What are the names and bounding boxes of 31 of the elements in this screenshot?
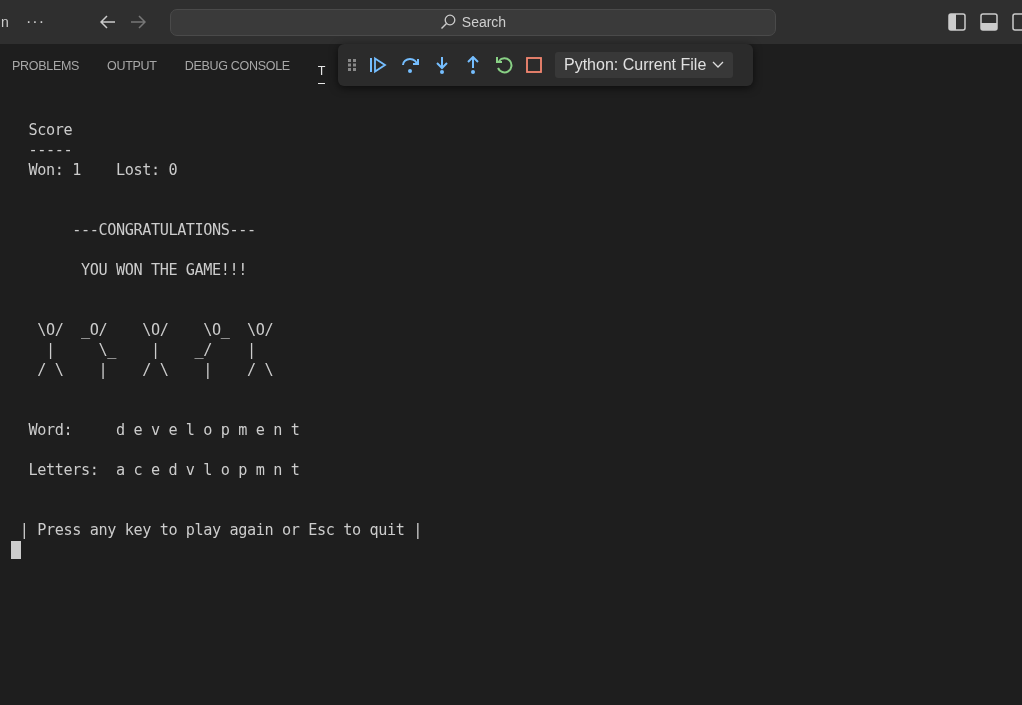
more-button[interactable]: ··· [26, 13, 45, 31]
ascii-art-line: / \ | / \ | / \ [36, 360, 274, 380]
panel-tab[interactable]: DEBUG CONSOLE [184, 44, 290, 88]
drag-handle-icon[interactable] [348, 59, 356, 71]
forward-icon[interactable] [130, 15, 146, 29]
step-into-icon[interactable] [433, 56, 451, 74]
terminal-line: ---CONGRATULATIONS--- [71, 220, 256, 240]
search-icon [439, 14, 456, 30]
stop-icon[interactable] [526, 57, 542, 73]
panel-layout-icon[interactable] [980, 13, 998, 31]
sidebar-layout-icon[interactable] [948, 13, 966, 31]
launch-config-dropdown[interactable]: Python: Current File [555, 52, 734, 78]
terminal-line: Won: 1 Lost: 0 [27, 160, 178, 180]
terminal-line: Score [27, 120, 73, 140]
back-icon[interactable] [100, 15, 116, 29]
menu-item[interactable]: n [1, 14, 10, 30]
panel-tab[interactable]: OUTPUT [107, 44, 157, 88]
terminal-line: | Press any key to play again or Esc to quit | [18, 520, 422, 540]
terminal-line: Word: d e v e l o p m e n t [27, 420, 300, 440]
search-field[interactable]: Search [170, 8, 776, 36]
terminal-line: Letters: a c e d v l o p m n t [27, 460, 300, 480]
ascii-art-line: \O/ _O/ \O/ \O_ \O/ [36, 320, 274, 340]
restart-icon[interactable] [495, 56, 513, 74]
step-over-icon[interactable] [400, 56, 420, 74]
panel-tab[interactable]: T [317, 58, 326, 84]
ascii-art-line: | \_ | _/ | [44, 340, 256, 360]
panel-tab[interactable]: PROBLEMS [12, 44, 80, 88]
continue-icon[interactable] [369, 56, 387, 74]
terminal-line: YOU WON THE GAME!!! [79, 260, 248, 280]
chevron-down-icon [712, 61, 725, 69]
terminal-line: ----- [27, 140, 73, 160]
